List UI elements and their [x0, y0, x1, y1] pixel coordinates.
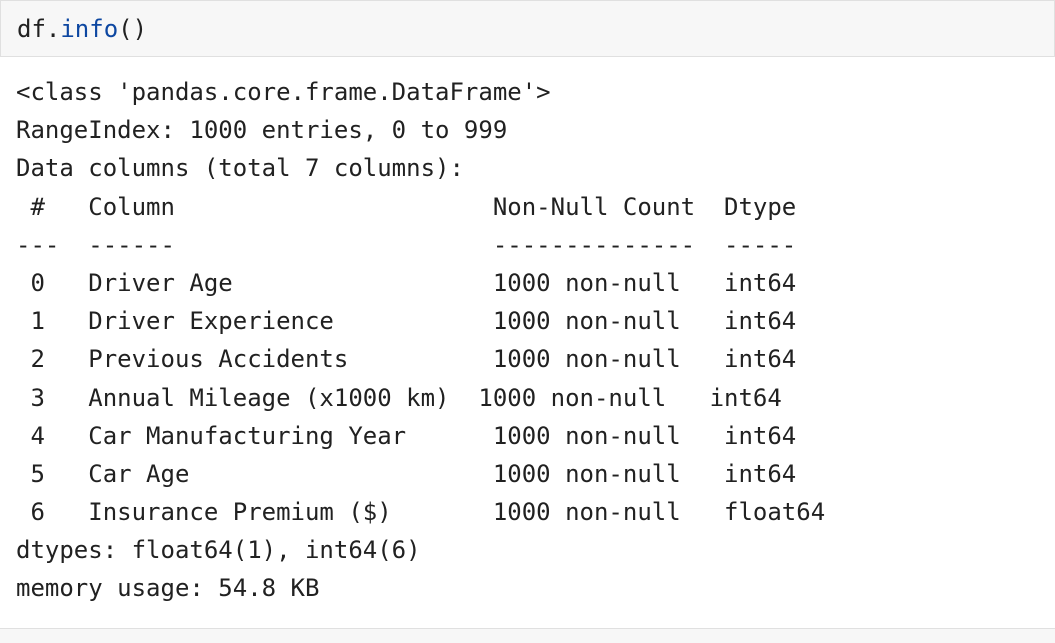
output-table-row: 6 Insurance Premium ($) 1000 non-null fl…	[16, 498, 826, 527]
output-table-separator: --- ------ -------------- -----	[16, 230, 826, 259]
output-dtypes-line: dtypes: float64(1), int64(6)	[16, 536, 421, 565]
code-dot: .	[45, 15, 61, 43]
output-text: <class 'pandas.core.frame.DataFrame'> Ran…	[16, 73, 825, 608]
output-table-row: 5 Car Age 1000 non-null int64	[16, 459, 826, 488]
code-input-cell[interactable]: df.info()	[0, 0, 1055, 57]
output-table-row: 1 Driver Experience 1000 non-null int64	[16, 307, 826, 336]
code-object: df	[17, 15, 46, 43]
output-data-columns-line: Data columns (total 7 columns):	[16, 154, 464, 183]
output-table-row: 2 Previous Accidents 1000 non-null int64	[16, 345, 826, 374]
code-method: info	[60, 15, 119, 43]
output-table-row: 3 Annual Mileage (x1000 km) 1000 non-nul…	[16, 383, 811, 412]
notebook: df.info() <class 'pandas.core.frame.Data…	[0, 0, 1055, 643]
output-memory-usage-line: memory usage: 54.8 KB	[16, 574, 320, 603]
output-table-header: # Column Non-Null Count Dtype	[16, 192, 826, 221]
output-table-row: 0 Driver Age 1000 non-null int64	[16, 268, 826, 297]
output-rangeindex-line: RangeIndex: 1000 entries, 0 to 999	[16, 116, 508, 145]
next-code-cell[interactable]	[0, 628, 1055, 643]
code-parens: ()	[118, 15, 148, 43]
output-class-line: <class 'pandas.core.frame.DataFrame'>	[16, 78, 551, 106]
output-area: <class 'pandas.core.frame.DataFrame'> Ran…	[0, 57, 1055, 627]
output-table-row: 4 Car Manufacturing Year 1000 non-null i…	[16, 421, 826, 450]
code-line[interactable]: df.info()	[17, 10, 147, 48]
